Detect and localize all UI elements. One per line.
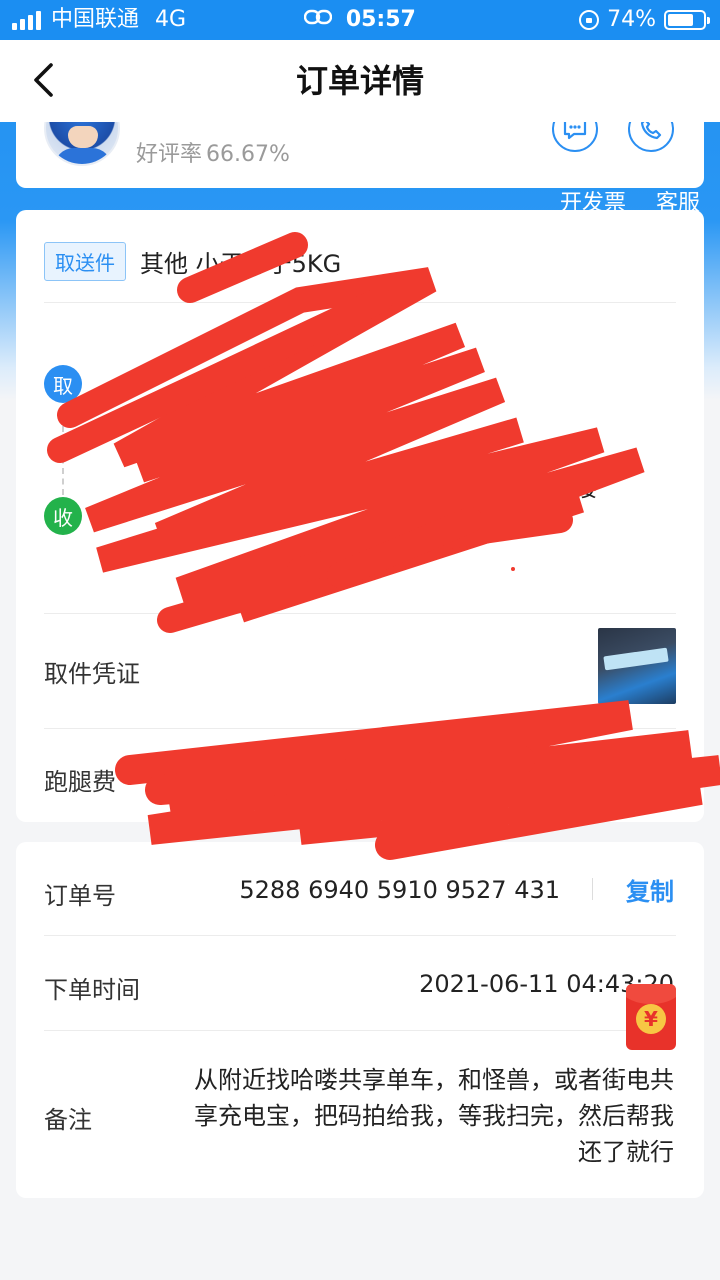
receive-address-partial: 建设 xyxy=(388,474,436,502)
divider xyxy=(44,935,676,936)
proof-label: 取件凭证 xyxy=(44,660,140,688)
divider xyxy=(44,302,676,303)
divider xyxy=(44,728,676,729)
goods-row: 取送件 其他 小于等于5KG xyxy=(44,242,341,281)
divider xyxy=(44,1030,676,1031)
pickup-proof-image[interactable] xyxy=(598,628,676,704)
clock-time: 05:57 xyxy=(345,7,416,32)
rating-value: 66.67% xyxy=(206,142,290,167)
goods-description: 其他 小于等于5KG xyxy=(140,250,342,278)
order-number-label: 订单号 xyxy=(44,882,116,910)
order-time-label: 下单时间 xyxy=(44,976,140,1004)
red-packet-icon[interactable]: ¥ xyxy=(626,984,676,1050)
page-title: 订单详情 xyxy=(295,62,424,100)
service-type-tag: 取送件 xyxy=(44,242,126,281)
nav-bar: 订单详情 xyxy=(0,40,720,122)
rating-label: 好评率 xyxy=(136,142,203,167)
copy-separator xyxy=(592,878,593,900)
fee-label: 跑腿费 xyxy=(44,768,116,796)
battery-icon xyxy=(664,10,710,30)
battery-percent: 74% xyxy=(607,7,656,32)
receive-address-partial-2: 0号楼 xyxy=(534,474,598,502)
order-info-card: 订单号 5288 6940 5910 9527 431 复制 下单时间 2021… xyxy=(16,842,704,1198)
status-right: 74% xyxy=(579,0,710,40)
order-number-value: 5288 6940 5910 9527 431 xyxy=(239,876,560,904)
copy-button[interactable]: 复制 xyxy=(626,872,674,907)
link-icon xyxy=(303,0,333,40)
note-label: 备注 xyxy=(44,1106,92,1134)
note-value: 从附近找哈喽共享单车，和怪兽，或者街电共享充电宝，把码拍给我，等我扫完，然后帮我… xyxy=(194,1066,674,1166)
route-line xyxy=(62,405,64,495)
pickup-marker-icon: 取 xyxy=(44,365,82,403)
rider-rating: 好评率 66.67% xyxy=(136,136,290,168)
receive-marker-icon: 收 xyxy=(44,497,82,535)
rotation-lock-icon xyxy=(579,10,600,30)
status-bar: 中国联通 4G 05:57 74% xyxy=(0,0,720,40)
order-detail-card: 取送件 其他 小于等于5KG 取 收 建设 0号楼 取件凭证 跑腿费 xyxy=(16,210,704,822)
divider xyxy=(44,613,676,614)
